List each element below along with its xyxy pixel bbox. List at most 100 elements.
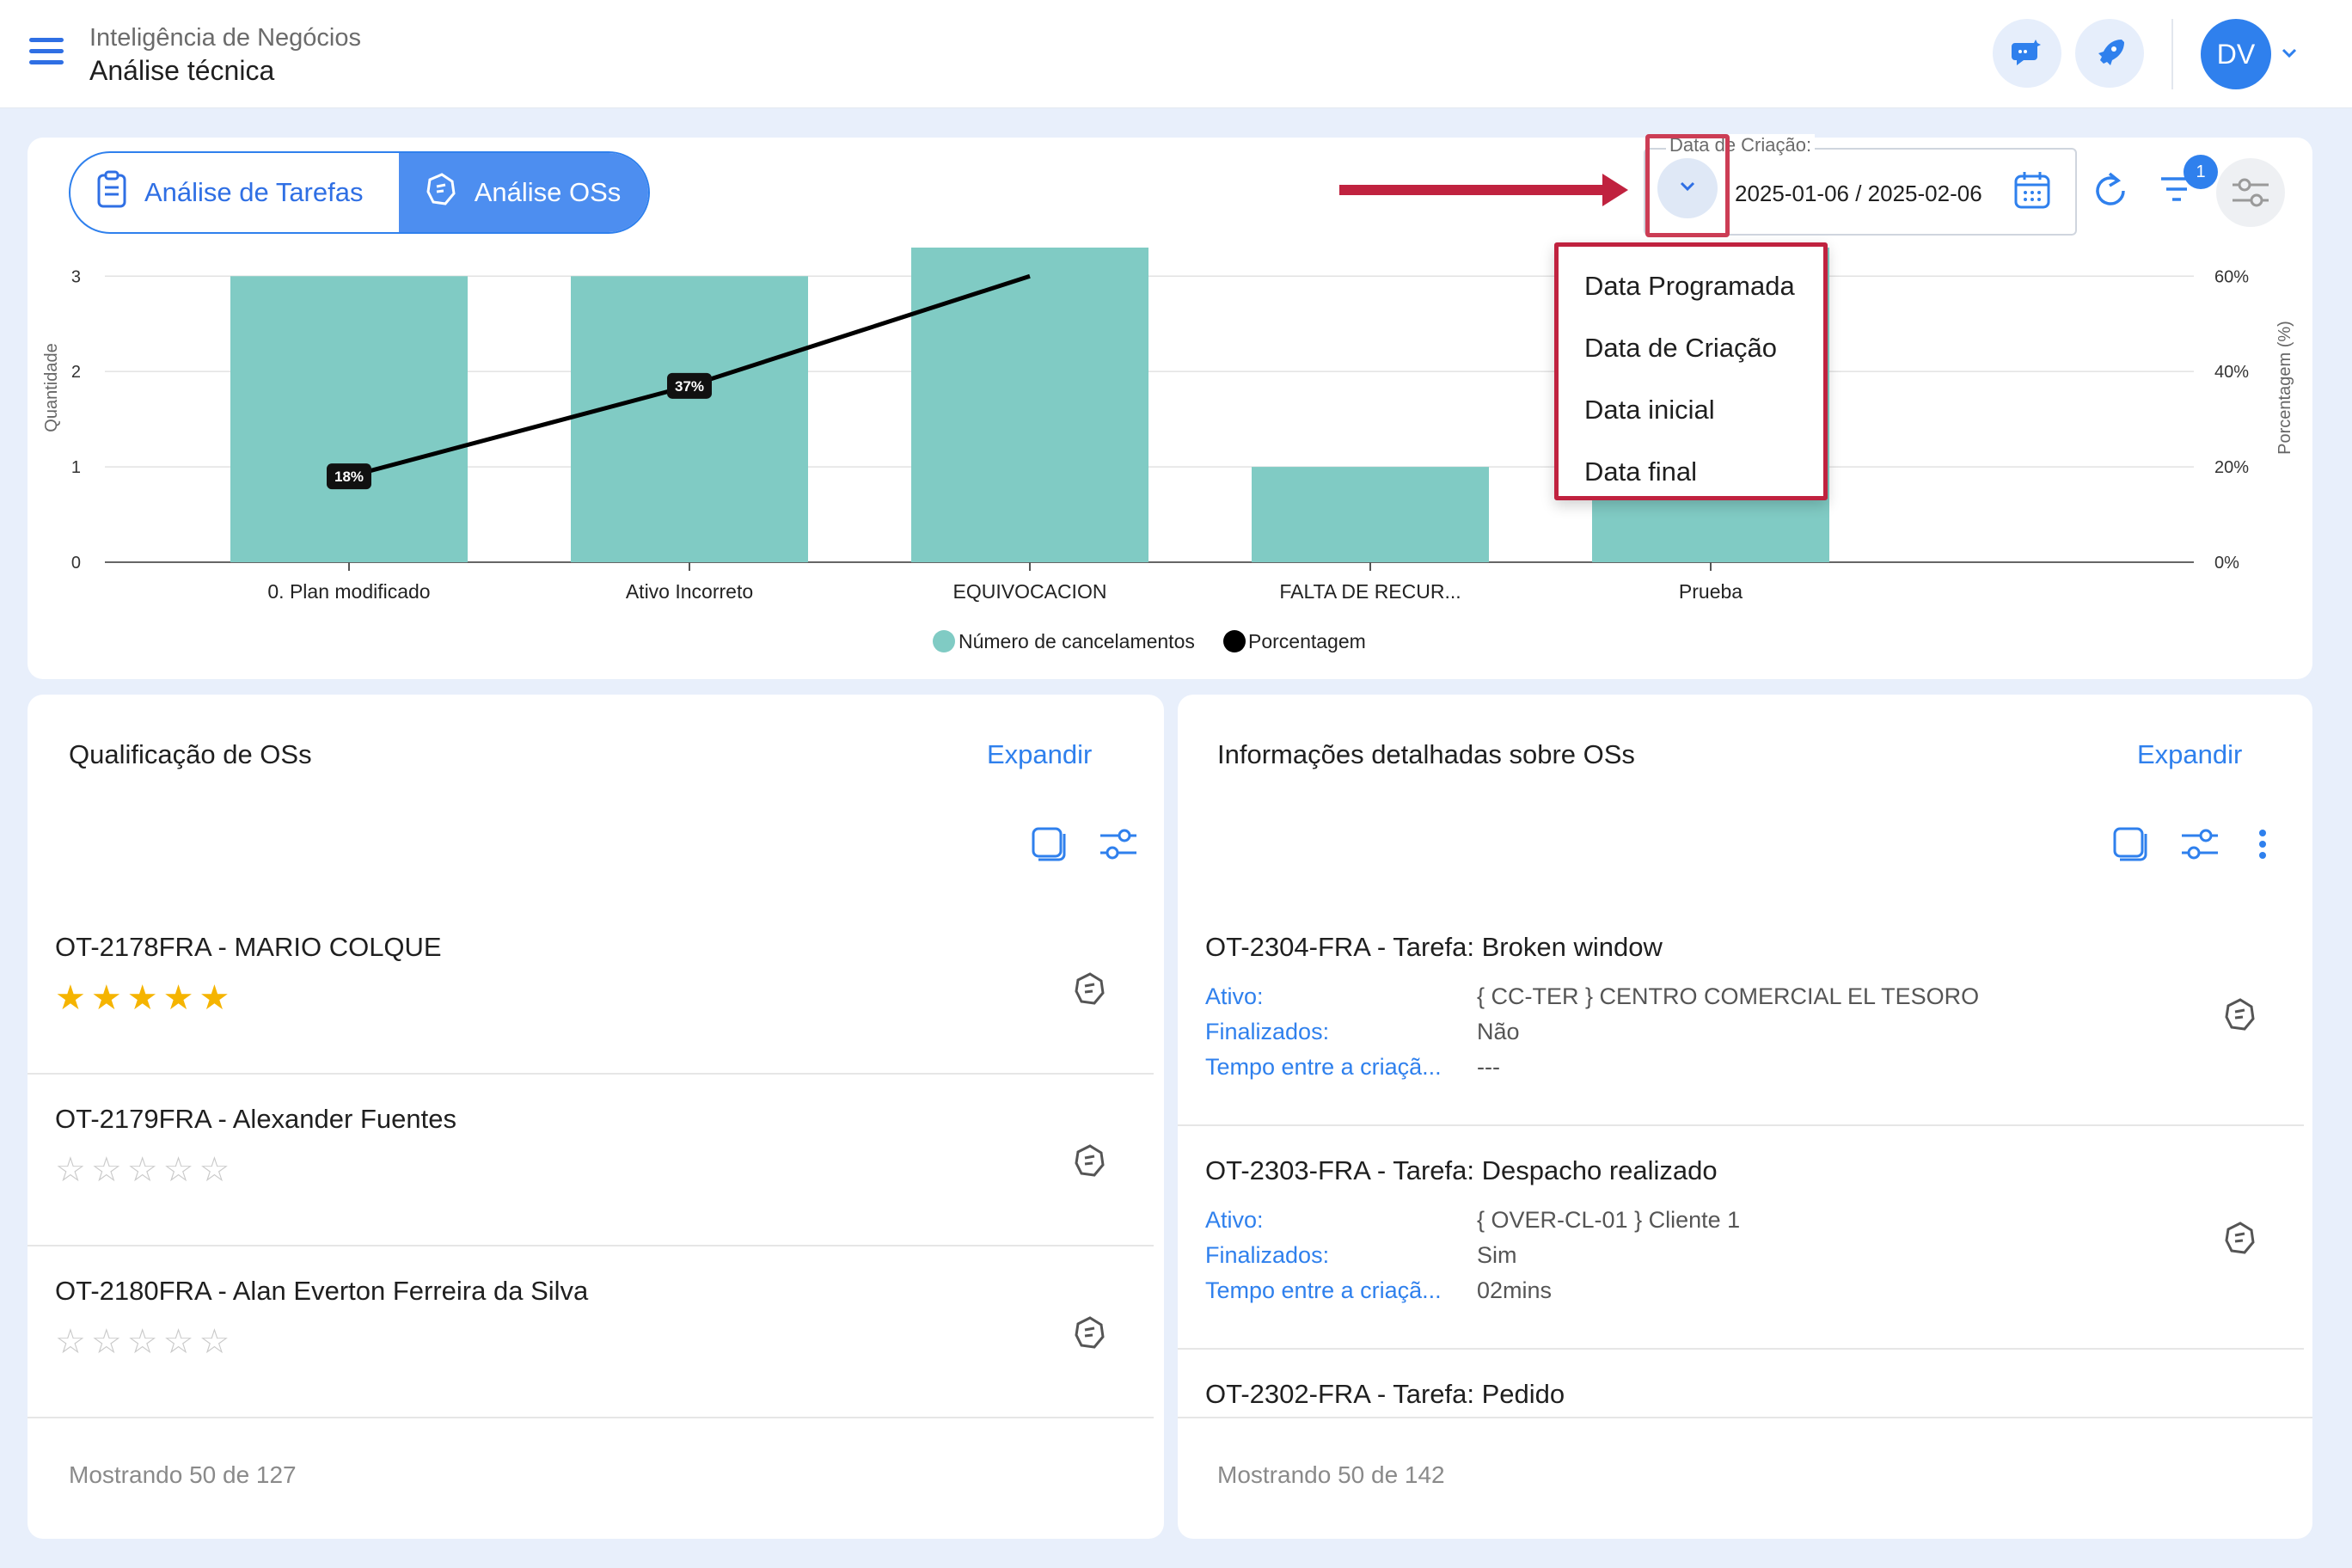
rocket-icon[interactable] — [2075, 19, 2144, 88]
field-value: Não — [1477, 1019, 1520, 1044]
list-item-title[interactable]: OT-2302-FRA - Tarefa: Pedido — [1205, 1379, 1565, 1410]
star-rating: ★ ★ ★ ★ ★ — [55, 978, 231, 1018]
menu-item-data-inicial[interactable]: Data inicial — [1559, 379, 1823, 441]
field-value: { OVER-CL-01 } Cliente 1 — [1477, 1207, 1741, 1233]
star-icon[interactable]: ☆ — [91, 1150, 124, 1190]
row-divider — [1178, 1348, 2304, 1350]
list-item-title[interactable]: OT-2180FRA - Alan Everton Ferreira da Si… — [55, 1276, 588, 1307]
star-icon[interactable]: ☆ — [163, 1322, 196, 1362]
star-icon[interactable]: ☆ — [127, 1322, 160, 1362]
menu-item-data-final[interactable]: Data final — [1559, 441, 1823, 503]
sliders-icon[interactable] — [1099, 825, 1138, 867]
bar — [1252, 467, 1489, 562]
row-divider — [28, 1245, 1154, 1246]
chevron-down-icon[interactable] — [2280, 43, 2299, 66]
bar — [230, 276, 468, 562]
x-tick-label: 0. Plan modificado — [267, 580, 430, 603]
row-divider — [28, 1417, 1154, 1418]
star-rating: ☆ ☆ ☆ ☆ ☆ — [55, 1150, 231, 1190]
star-icon[interactable]: ☆ — [55, 1322, 88, 1362]
field-label: Ativo: — [1205, 983, 1264, 1009]
date-type-dropdown-button[interactable] — [1657, 158, 1718, 218]
pagination-text: Mostrando 50 de 127 — [69, 1461, 297, 1488]
y-tick-label: 2 — [71, 363, 81, 382]
y2-axis-label: Porcentagem (%) — [2275, 321, 2294, 455]
star-icon[interactable]: ☆ — [163, 1150, 196, 1190]
star-icon[interactable]: ☆ — [199, 1150, 231, 1190]
avatar[interactable]: DV — [2201, 19, 2271, 89]
row-divider — [28, 1073, 1154, 1075]
y-tick-label: 0 — [71, 554, 81, 573]
star-icon: ★ — [126, 979, 160, 1017]
os-details-card: Informações detalhadas sobre OSs Expandi… — [1178, 695, 2312, 1539]
data-label: 18% — [334, 469, 364, 485]
legend-label: Porcentagem — [1248, 630, 1366, 652]
y-axis-label: Quantidade — [42, 343, 61, 432]
expand-button[interactable]: Expandir — [2137, 739, 2242, 770]
card-title: Informações detalhadas sobre OSs — [1217, 739, 1635, 769]
field-label: Finalizados: — [1205, 1242, 1330, 1268]
tab-analise-oss[interactable]: Análise OSs — [398, 153, 648, 232]
more-vert-icon[interactable] — [2257, 829, 2268, 864]
y-tick-label: 1 — [71, 458, 81, 477]
list-item-title[interactable]: OT-2303-FRA - Tarefa: Despacho realizado — [1205, 1155, 1718, 1186]
field-label: Tempo entre a criaçã... — [1205, 1277, 1442, 1303]
arrow-right-icon — [1339, 174, 1628, 211]
list-item-title[interactable]: OT-2304-FRA - Tarefa: Broken window — [1205, 932, 1663, 963]
menu-icon[interactable] — [29, 38, 64, 67]
legend-label: Número de cancelamentos — [959, 630, 1195, 652]
pareto-chart: 0 1 2 3 0% 20% 40% 60% Quantidade Porcentagem (%)… — [42, 248, 2294, 652]
star-icon[interactable]: ☆ — [55, 1150, 88, 1190]
header-divider — [2171, 19, 2173, 89]
analysis-tabs: Análise de Tarefas Análise OSs — [69, 151, 650, 234]
refresh-icon[interactable] — [2091, 170, 2130, 214]
y2-tick-label: 20% — [2214, 458, 2249, 477]
list-item-title[interactable]: OT-2178FRA - MARIO COLQUE — [55, 932, 442, 963]
star-icon[interactable]: ☆ — [91, 1322, 124, 1362]
star-rating: ☆ ☆ ☆ ☆ ☆ — [55, 1322, 231, 1362]
field-value: Sim — [1477, 1242, 1517, 1268]
y-tick-label: 3 — [71, 267, 81, 286]
tab-label: Análise OSs — [474, 177, 622, 207]
header-subtitle: Inteligência de Negócios — [89, 24, 361, 52]
rating-icon[interactable] — [2221, 1219, 2263, 1260]
field-value: --- — [1477, 1054, 1500, 1080]
rating-icon[interactable] — [1071, 970, 1112, 1011]
field-value: 02mins — [1477, 1277, 1553, 1303]
bar — [911, 248, 1148, 562]
x-tick-label: Prueba — [1679, 580, 1743, 603]
os-rating-card: Qualificação de OSs Expandir OT-2178FRA … — [28, 695, 1164, 1539]
row-divider — [1178, 1124, 2304, 1126]
menu-item-data-programada[interactable]: Data Programada — [1559, 255, 1823, 317]
list-item-title[interactable]: OT-2179FRA - Alexander Fuentes — [55, 1104, 456, 1135]
clipboard-icon — [95, 170, 129, 215]
chevron-down-icon — [1678, 180, 1697, 198]
row-divider — [1178, 1417, 2312, 1418]
copy-icon[interactable] — [2111, 825, 2149, 867]
chat-icon[interactable] — [1993, 19, 2061, 88]
field-label: Tempo entre a criaçã... — [1205, 1054, 1442, 1080]
rating-icon[interactable] — [2221, 995, 2263, 1037]
sliders-icon[interactable] — [2180, 825, 2220, 867]
y2-tick-label: 0% — [2214, 554, 2239, 573]
star-icon: ★ — [162, 979, 196, 1017]
expand-button[interactable]: Expandir — [987, 739, 1092, 770]
page-title: Análise técnica — [89, 55, 275, 86]
star-icon[interactable]: ☆ — [127, 1150, 160, 1190]
rating-icon — [423, 171, 459, 214]
y2-tick-label: 60% — [2214, 267, 2249, 286]
y2-tick-label: 40% — [2214, 363, 2249, 382]
star-icon: ★ — [55, 979, 88, 1017]
rating-icon[interactable] — [1071, 1142, 1112, 1183]
settings-icon[interactable] — [2216, 158, 2285, 227]
rating-icon[interactable] — [1071, 1314, 1112, 1355]
date-range-value[interactable]: 2025-01-06 / 2025-02-06 — [1735, 181, 1982, 207]
copy-icon[interactable] — [1030, 825, 1068, 867]
legend-swatch — [933, 630, 955, 652]
menu-item-data-criacao[interactable]: Data de Criação — [1559, 317, 1823, 379]
x-tick-label: FALTA DE RECUR... — [1279, 580, 1461, 603]
star-icon[interactable]: ☆ — [199, 1322, 231, 1362]
calendar-icon[interactable] — [2013, 170, 2051, 214]
app-header: Inteligência de Negócios Análise técnica… — [0, 0, 2352, 108]
tab-analise-tarefas[interactable]: Análise de Tarefas — [70, 153, 399, 232]
